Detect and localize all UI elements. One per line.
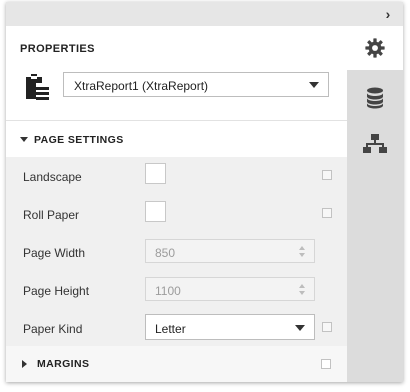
hierarchy-icon [363,134,387,153]
tab-report-explorer[interactable] [347,122,403,166]
page-height-spinner[interactable]: 1100 [145,277,315,301]
spin-down-icon[interactable] [299,253,305,257]
chevron-right-icon: › [385,6,391,22]
paper-kind-label: Paper Kind [23,322,83,336]
report-selector-value: XtraReport1 (XtraReport) [74,79,209,93]
properties-content: PROPERTIES XtraReport1 (XtraReport) PAGE… [6,26,347,382]
chevron-down-icon [295,325,305,331]
page-width-value: 850 [155,246,176,260]
tab-field-list[interactable] [347,76,403,120]
roll-paper-default-marker[interactable] [322,208,332,218]
property-row-page-width: Page Width 850 [6,233,347,271]
database-icon [367,87,383,109]
property-row-landscape: Landscape [6,157,347,195]
page-width-spinner[interactable]: 850 [145,239,315,263]
page-width-label: Page Width [23,246,86,260]
roll-paper-label: Roll Paper [23,208,80,222]
collapse-panel-button[interactable]: › [381,6,395,22]
landscape-default-marker[interactable] [322,170,332,180]
properties-panel: › PROPERTIES XtraReport1 (XtraReport) PA… [6,2,403,382]
page-settings-header[interactable]: PAGE SETTINGS [6,121,347,157]
report-icon [26,74,49,100]
chevron-down-icon [309,82,319,88]
property-row-page-height: Page Height 1100 [6,271,347,309]
paper-kind-default-marker[interactable] [322,322,332,332]
page-height-value: 1100 [155,284,181,298]
paper-kind-select[interactable]: Letter [145,314,315,340]
collapsed-triangle-icon [22,360,27,368]
spin-down-icon[interactable] [299,291,305,295]
report-selector[interactable]: XtraReport1 (XtraReport) [63,72,329,97]
tab-properties[interactable] [347,26,403,70]
property-row-roll-paper: Roll Paper [6,195,347,233]
expanded-triangle-icon [20,137,28,142]
margins-header[interactable]: MARGINS [6,346,347,382]
panel-title: PROPERTIES [20,43,95,55]
margins-label: MARGINS [37,358,90,370]
roll-paper-checkbox[interactable] [145,201,166,222]
page-height-label: Page Height [23,284,90,298]
landscape-label: Landscape [23,170,82,184]
spin-up-icon[interactable] [299,284,305,288]
panel-top-bar: › [6,2,403,27]
property-row-paper-kind: Paper Kind Letter [6,309,347,347]
spin-up-icon[interactable] [299,246,305,250]
margins-default-marker[interactable] [321,359,331,369]
page-settings-label: PAGE SETTINGS [34,134,124,146]
gear-icon [365,38,385,58]
landscape-checkbox[interactable] [145,163,166,184]
paper-kind-value: Letter [155,322,186,336]
